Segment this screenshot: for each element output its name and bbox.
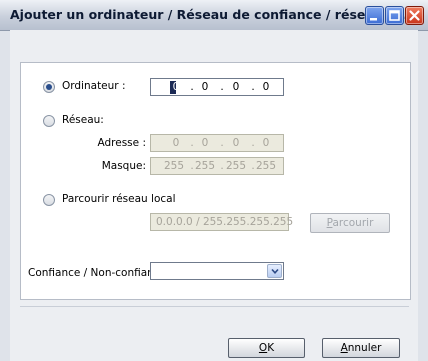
maximize-icon	[389, 10, 400, 21]
ok-label: K	[267, 342, 275, 354]
ip-octet-4: 0	[262, 137, 270, 149]
masque-label: Masque:	[101, 160, 146, 172]
radio-ordinateur[interactable]	[43, 81, 55, 93]
ip-octet-1: 255	[163, 160, 185, 172]
reseau-label: Réseau:	[62, 114, 104, 126]
ordinateur-label: Ordinateur :	[62, 80, 126, 92]
close-button[interactable]	[405, 6, 424, 25]
ip-octet-3: 255	[225, 160, 247, 172]
chevron-down-icon	[271, 268, 279, 274]
ip-octet-4: 255	[255, 160, 277, 172]
parcourir-button[interactable]: Parcourir	[310, 213, 390, 233]
ip-octet-3: 0	[232, 137, 240, 149]
ip-octet-2: 0	[201, 81, 209, 93]
dropdown-arrow-button[interactable]	[267, 264, 282, 278]
ip-octet-1: 0	[172, 137, 180, 149]
minimize-icon	[370, 18, 377, 21]
parcourir-button-label: arcourir	[332, 217, 374, 229]
ip-octet-3: 0	[232, 81, 240, 93]
confiance-select[interactable]	[150, 262, 284, 280]
cancel-label: nnuler	[347, 342, 382, 354]
ok-button[interactable]: OK	[228, 338, 305, 358]
minimize-button[interactable]	[365, 6, 384, 25]
confiance-label: Confiance / Non-confiance	[28, 267, 167, 279]
ok-accel: O	[258, 342, 268, 354]
footer-separator	[20, 306, 409, 307]
cancel-button[interactable]: Annuler	[322, 338, 400, 358]
masque-ip-input[interactable]: 255 . 255 . 255 . 255	[150, 157, 284, 175]
window-title: Ajouter un ordinateur / Réseau de confia…	[10, 7, 411, 22]
ip-octet-2: 255	[194, 160, 216, 172]
ip-octet-1: 0	[172, 81, 180, 93]
close-icon	[409, 10, 420, 21]
adresse-ip-input[interactable]: 0 . 0 . 0 . 0	[150, 134, 284, 152]
radio-reseau[interactable]	[43, 115, 55, 127]
ip-octet-4: 0	[262, 81, 270, 93]
parcourir-label: Parcourir réseau local	[62, 193, 176, 205]
adresse-label: Adresse :	[97, 137, 147, 149]
title-bar: Ajouter un ordinateur / Réseau de confia…	[0, 0, 428, 31]
ordinateur-ip-input[interactable]: 0 . 0 . 0 . 0	[150, 78, 284, 96]
ip-octet-2: 0	[201, 137, 209, 149]
maximize-button[interactable]	[385, 6, 404, 25]
cancel-accel: A	[340, 342, 348, 354]
parcourir-value-field[interactable]: 0.0.0.0 / 255.255.255.255	[150, 213, 293, 231]
radio-parcourir[interactable]	[43, 194, 55, 206]
